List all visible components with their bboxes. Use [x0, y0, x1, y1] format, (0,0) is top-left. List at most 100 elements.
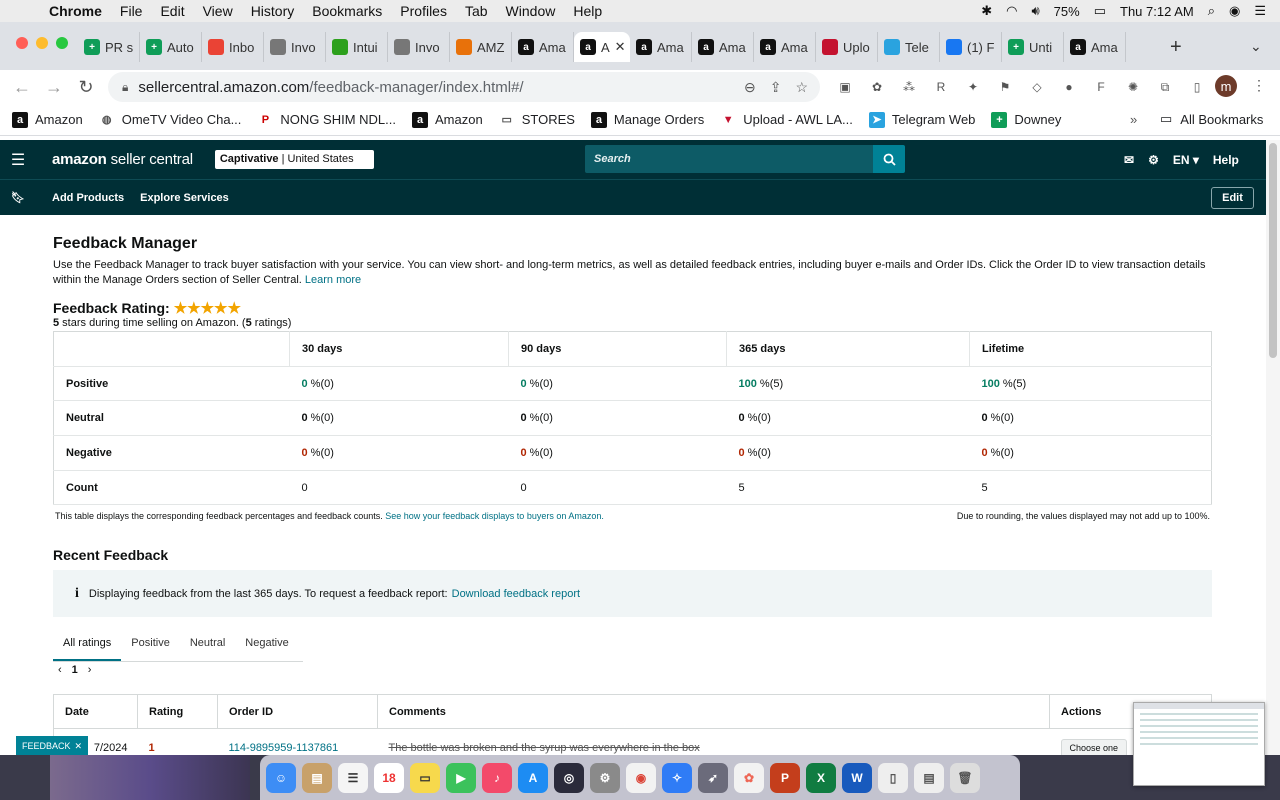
launchpad-icon[interactable]: ➶	[698, 762, 728, 793]
menu-profiles[interactable]: Profiles	[391, 3, 456, 19]
order-id-link[interactable]: 114-9895959-1137861	[229, 742, 339, 754]
bookmark-item[interactable]: a Amazon	[12, 111, 83, 128]
extension-icon[interactable]: ✦	[962, 76, 984, 98]
address-bar[interactable]: 🔒︎ sellercentral.amazon.com /feedback-ma…	[108, 72, 820, 102]
close-tab-icon[interactable]: ✕	[615, 39, 626, 55]
chevron-left-icon[interactable]: ‹	[58, 664, 62, 676]
bookmark-item[interactable]: + Downey	[991, 111, 1061, 128]
extension-icon[interactable]: F	[1090, 76, 1112, 98]
more-menu-icon[interactable]: ⋮	[1252, 77, 1266, 94]
back-button[interactable]: ←	[6, 77, 38, 98]
menu-app-name[interactable]: Chrome	[40, 3, 111, 19]
safari-icon[interactable]: ✧	[662, 762, 692, 793]
zoom-window-button[interactable]	[56, 37, 68, 49]
tab-sheets[interactable]: + PR s	[78, 32, 140, 62]
tab-amazon[interactable]: a Ama	[512, 32, 574, 62]
hamburger-menu-icon[interactable]: ☰	[0, 150, 36, 170]
reminders-icon[interactable]: ☰	[338, 762, 368, 793]
page-number[interactable]: 1	[72, 664, 78, 676]
tab-negative[interactable]: Negative	[235, 629, 298, 661]
tab-all-ratings[interactable]: All ratings	[53, 629, 122, 661]
bookmark-icon[interactable]: 🔖︎	[0, 191, 36, 204]
tab-facebook[interactable]: (1) F	[940, 32, 1002, 62]
feedback-widget[interactable]: FEEDBACK ✕	[16, 736, 88, 756]
forward-button[interactable]: →	[38, 77, 70, 98]
extension-off-icon[interactable]: ▣	[834, 76, 856, 98]
bookmark-item[interactable]: ➤ Telegram Web	[868, 111, 975, 128]
bookmark-item[interactable]: a Amazon	[412, 111, 483, 128]
new-tab-button[interactable]: +	[1170, 36, 1182, 59]
bookmarks-overflow-button[interactable]: »	[1130, 112, 1137, 127]
all-bookmarks-button[interactable]: ▭ All Bookmarks	[1160, 111, 1263, 127]
tab-gmail[interactable]: Inbo	[202, 32, 264, 62]
wifi-icon[interactable]: ◠	[1006, 3, 1017, 19]
tab-sheets[interactable]: + Unti	[1002, 32, 1064, 62]
minimize-window-button[interactable]	[36, 37, 48, 49]
downloads-stack-icon[interactable]: ▤	[914, 762, 944, 793]
battery-icon[interactable]: ▭	[1094, 3, 1106, 19]
extension-off-icon[interactable]: ⚑	[994, 76, 1016, 98]
finder-icon[interactable]: ☺	[266, 762, 296, 793]
menu-file[interactable]: File	[111, 3, 152, 19]
photos-icon[interactable]: ✿	[734, 762, 764, 793]
close-window-button[interactable]	[16, 37, 28, 49]
siri-icon[interactable]: ◎	[554, 762, 584, 793]
tab-amazon[interactable]: a Ama	[692, 32, 754, 62]
word-icon[interactable]: W	[842, 762, 872, 793]
bookmark-item[interactable]: ▭ STORES	[499, 112, 575, 128]
menu-tab[interactable]: Tab	[456, 3, 497, 19]
document-icon[interactable]: ▯	[878, 762, 908, 793]
search-icon[interactable]	[873, 145, 905, 173]
edit-button[interactable]: Edit	[1211, 187, 1254, 209]
add-products-link[interactable]: Add Products	[52, 192, 124, 204]
mail-icon[interactable]: ✉	[1124, 153, 1134, 167]
lock-icon[interactable]: 🔒︎	[122, 80, 128, 95]
bookmark-star-icon[interactable]: ☆	[795, 79, 808, 96]
tab-intuit[interactable]: Intui	[326, 32, 388, 62]
language-selector[interactable]: EN ▾	[1173, 153, 1199, 167]
siri-icon[interactable]: ◉	[1229, 3, 1240, 19]
calendar-icon[interactable]: 18	[374, 762, 404, 793]
tab-sheets[interactable]: + Auto	[140, 32, 202, 62]
menu-window[interactable]: Window	[497, 3, 565, 19]
tab-amazon[interactable]: a A ✕	[574, 32, 630, 62]
menu-help[interactable]: Help	[564, 3, 611, 19]
scrollbar-thumb[interactable]	[1269, 143, 1277, 358]
chevron-right-icon[interactable]: ›	[88, 664, 92, 676]
volume-icon[interactable]: 🔊︎	[1031, 3, 1039, 19]
chrome-icon[interactable]: ◉	[626, 762, 656, 793]
spotlight-icon[interactable]: ⌕	[1208, 3, 1215, 19]
seller-central-logo[interactable]: amazon seller central	[52, 151, 193, 168]
side-panel-icon[interactable]: ▯	[1186, 76, 1208, 98]
powerpoint-icon[interactable]: P	[770, 762, 800, 793]
menu-view[interactable]: View	[194, 3, 242, 19]
tab-search-icon[interactable]: ⌄	[1250, 38, 1262, 55]
bookmark-item[interactable]: ◍ OmeTV Video Cha...	[99, 112, 242, 128]
extension-icon[interactable]: R	[930, 76, 952, 98]
extension-icon[interactable]: ●	[1058, 76, 1080, 98]
extension-icon[interactable]: ✿	[866, 76, 888, 98]
tab-neutral[interactable]: Neutral	[180, 629, 235, 661]
download-report-link[interactable]: Download feedback report	[452, 588, 580, 600]
screenshot-thumbnail[interactable]	[1133, 702, 1265, 786]
notes-icon[interactable]: ▭	[410, 762, 440, 793]
control-center-icon[interactable]: ☰	[1254, 3, 1266, 19]
battery-percent[interactable]: 75%	[1054, 4, 1080, 19]
close-icon[interactable]: ✕	[74, 741, 82, 752]
tab-amazon[interactable]: a Ama	[754, 32, 816, 62]
menu-history[interactable]: History	[242, 3, 304, 19]
extension-icon[interactable]: ⁂	[898, 76, 920, 98]
contacts-icon[interactable]: ▤	[302, 762, 332, 793]
gear-icon[interactable]: ⚙	[1148, 153, 1159, 167]
tab-awl[interactable]: Uplo	[816, 32, 878, 62]
share-icon[interactable]: ⇪	[770, 79, 782, 96]
app-store-icon[interactable]: A	[518, 762, 548, 793]
puzzle-icon[interactable]: ⧉	[1154, 76, 1176, 98]
tab-amazon[interactable]: a Ama	[630, 32, 692, 62]
excel-icon[interactable]: X	[806, 762, 836, 793]
bookmark-item[interactable]: P NONG SHIM NDL...	[257, 112, 396, 128]
account-switcher[interactable]: Captivative | United States	[214, 150, 374, 169]
reload-button[interactable]: ↻	[70, 77, 102, 98]
tab-globe[interactable]: Invo	[388, 32, 450, 62]
trash-icon[interactable]: 🗑︎	[950, 762, 980, 793]
